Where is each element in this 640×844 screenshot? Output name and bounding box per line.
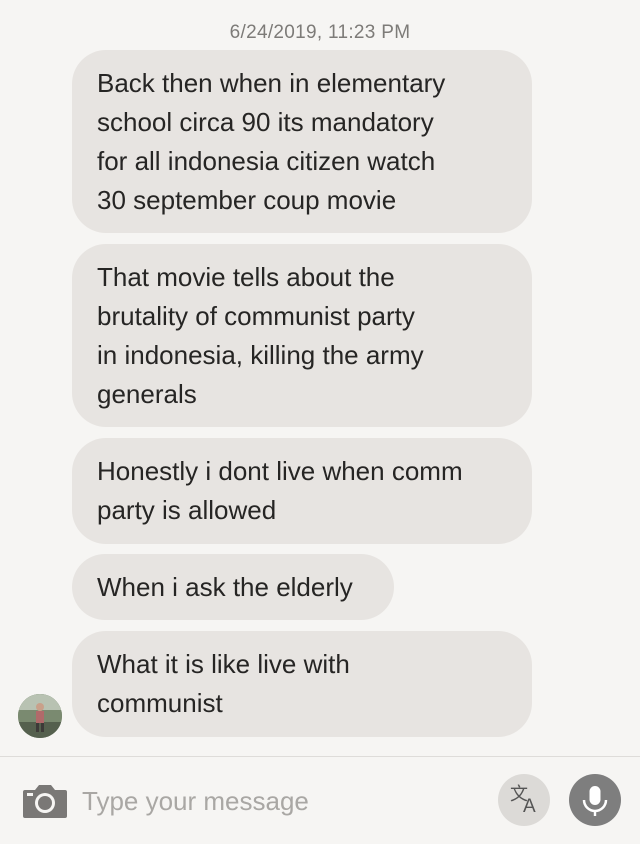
message-bubble[interactable]: When i ask the elderly xyxy=(72,554,394,620)
translate-button[interactable]: 文 A xyxy=(498,774,550,826)
message-bubble[interactable]: That movie tells about the brutality of … xyxy=(72,244,532,427)
svg-text:A: A xyxy=(523,796,536,817)
message-bubble[interactable]: Honestly i dont live when comm party is … xyxy=(72,438,532,544)
avatar-photo xyxy=(18,694,62,738)
message-bubble[interactable]: What it is like live with communist xyxy=(72,631,532,737)
microphone-icon xyxy=(582,786,608,816)
message-input[interactable] xyxy=(82,781,462,821)
message-bubble[interactable]: Back then when in elementary school circ… xyxy=(72,50,532,233)
microphone-button[interactable] xyxy=(569,774,621,826)
sender-avatar[interactable] xyxy=(18,694,62,738)
camera-icon[interactable] xyxy=(21,782,69,820)
message-timestamp: 6/24/2019, 11:23 PM xyxy=(229,22,411,43)
translate-icon: 文 A xyxy=(510,784,536,817)
